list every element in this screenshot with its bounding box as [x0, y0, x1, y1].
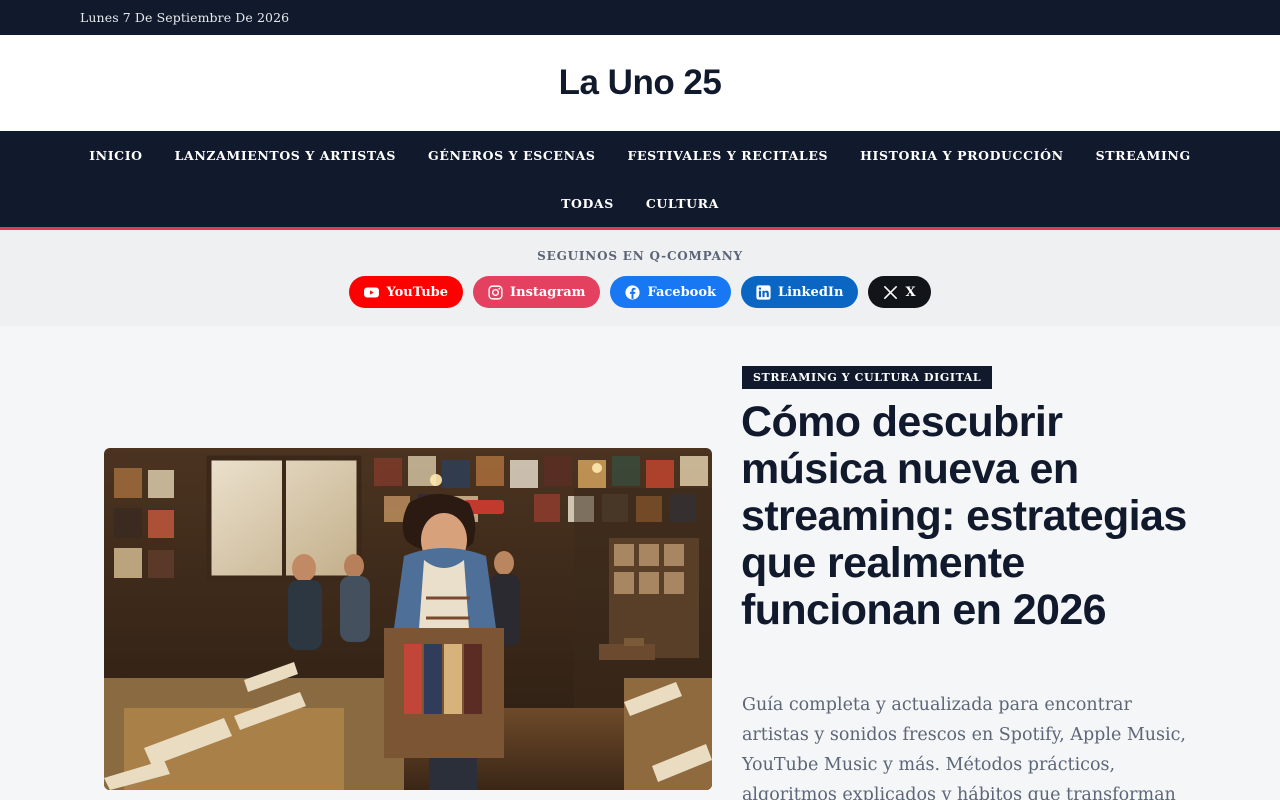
instagram-label: Instagram: [510, 284, 586, 300]
instagram-button[interactable]: Instagram: [473, 276, 601, 308]
nav-row-2: TODAS CULTURA: [545, 179, 735, 227]
nav-item-streaming[interactable]: STREAMING: [1080, 148, 1207, 163]
follow-label: SEGUINOS EN Q-COMPANY: [537, 249, 743, 263]
top-bar: Lunes 7 De Septiembre De 2026: [0, 0, 1280, 35]
social-follow-bar: SEGUINOS EN Q-COMPANY YouTube Instagram …: [0, 230, 1280, 326]
current-date: Lunes 7 De Septiembre De 2026: [80, 10, 290, 25]
facebook-icon: [625, 284, 641, 300]
article-category-badge[interactable]: STREAMING Y CULTURA DIGITAL: [742, 366, 993, 389]
x-icon: [884, 285, 898, 299]
article-excerpt: Guía completa y actualizada para encontr…: [742, 695, 1186, 800]
nav-row-1: INICIO LANZAMIENTOS Y ARTISTAS GÉNEROS Y…: [73, 131, 1207, 179]
linkedin-button[interactable]: LinkedIn: [741, 276, 859, 308]
facebook-label: Facebook: [647, 284, 717, 300]
nav-item-todas[interactable]: TODAS: [545, 196, 630, 211]
record-store-photo: [104, 448, 712, 790]
nav-item-cultura[interactable]: CULTURA: [630, 196, 735, 211]
social-links: YouTube Instagram Facebook LinkedIn X: [349, 276, 931, 308]
nav-item-historia[interactable]: HISTORIA Y PRODUCCIÓN: [844, 148, 1080, 163]
article-image[interactable]: [104, 448, 712, 790]
linkedin-label: LinkedIn: [778, 284, 844, 300]
x-button[interactable]: X: [868, 276, 931, 308]
youtube-label: YouTube: [386, 284, 449, 300]
nav-item-generos[interactable]: GÉNEROS Y ESCENAS: [412, 148, 611, 163]
featured-article: STREAMING Y CULTURA DIGITAL Cómo descubr…: [0, 326, 1280, 800]
site-header: La Uno 25: [0, 35, 1280, 131]
site-logo[interactable]: La Uno 25: [559, 63, 722, 103]
main-nav: INICIO LANZAMIENTOS Y ARTISTAS GÉNEROS Y…: [0, 131, 1280, 230]
article-title[interactable]: Cómo descubrir música nueva en streaming…: [741, 399, 1211, 634]
youtube-icon: [364, 287, 380, 297]
instagram-icon: [488, 284, 503, 300]
facebook-button[interactable]: Facebook: [610, 276, 732, 308]
nav-item-lanzamientos[interactable]: LANZAMIENTOS Y ARTISTAS: [159, 148, 412, 163]
linkedin-icon: [756, 284, 771, 300]
x-label: X: [905, 284, 916, 300]
nav-item-festivales[interactable]: FESTIVALES Y RECITALES: [612, 148, 845, 163]
youtube-button[interactable]: YouTube: [349, 276, 464, 308]
nav-item-inicio[interactable]: INICIO: [73, 148, 158, 163]
